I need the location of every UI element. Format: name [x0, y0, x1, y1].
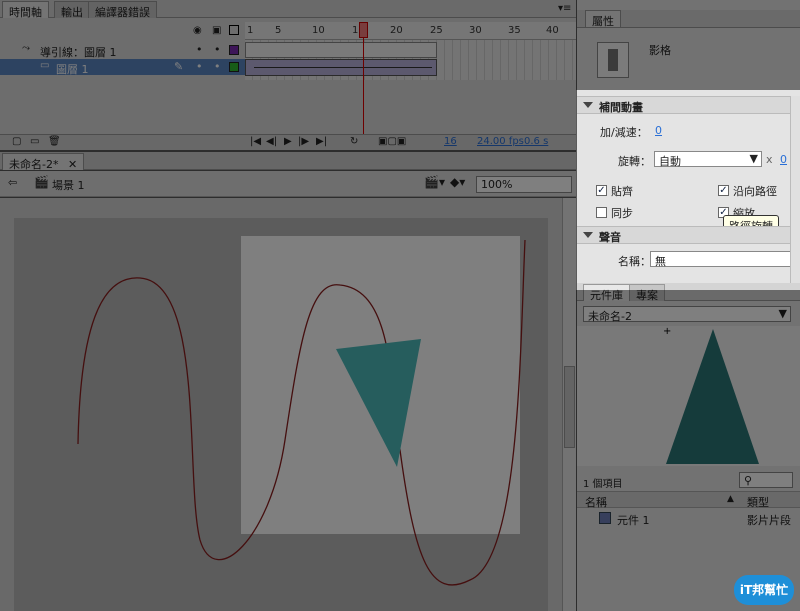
search-icon: ⚲ [744, 474, 753, 487]
library-header-row: 名稱 ▲ 類型 [577, 491, 800, 510]
snap-checkbox[interactable]: ✓ [596, 185, 607, 196]
library-triangle-shape [666, 329, 759, 464]
chevron-down-icon: ▼ [749, 152, 758, 165]
library-preview: + [577, 326, 800, 466]
sync-label: 同步 [611, 207, 633, 220]
watermark-logo: iT邦幫忙 [734, 575, 794, 605]
collapse-icon [583, 232, 593, 238]
properties-type: 影格 [649, 44, 671, 57]
watermark-text: iT邦幫忙 [739, 583, 789, 597]
library-item-name: 元件 1 [617, 514, 650, 527]
library-tabbar: 元件庫 專案 [577, 283, 800, 302]
rotate-label: 旋轉： [618, 155, 651, 168]
library-document-name: 未命名-2 [588, 310, 632, 323]
sound-name-label: 名稱： [618, 255, 651, 268]
orient-label: 沿向路徑 [733, 185, 777, 198]
tab-properties[interactable]: 屬性 [585, 10, 621, 28]
properties-tabbar: 屬性 [577, 10, 800, 28]
sound-name-value: 無 [655, 255, 666, 268]
properties-panel: 屬性 影格 [577, 0, 800, 290]
col-name[interactable]: 名稱 [585, 494, 607, 510]
sound-name-select[interactable]: 無 [650, 251, 798, 268]
col-type[interactable]: 類型 [747, 494, 769, 510]
collapse-icon [583, 102, 593, 108]
rotate-select[interactable]: 自動 ▼ [654, 151, 762, 168]
triangle-shape [336, 339, 421, 467]
tween-section-title: 補間動畫 [599, 101, 643, 114]
library-item-row[interactable]: 元件 1 影片片段 [577, 509, 800, 527]
rotate-times[interactable]: 0 [780, 153, 787, 166]
library-search[interactable]: ⚲ [739, 472, 793, 488]
library-item-type: 影片片段 [747, 514, 791, 527]
frame-icon [597, 42, 629, 78]
sync-checkbox[interactable] [596, 207, 607, 218]
scrollbar-thumb[interactable] [564, 366, 575, 448]
sound-section-title: 聲音 [599, 231, 621, 244]
tween-section-header[interactable]: 補間動畫 [577, 96, 800, 114]
sort-icon[interactable]: ▲ [727, 494, 734, 504]
library-document-select[interactable]: 未命名-2 ▼ [583, 306, 791, 323]
stage-artwork [77, 239, 526, 586]
ease-value[interactable]: 0 [655, 124, 662, 137]
library-panel: 元件庫 專案 未命名-2 ▼ + 1 個項目 ⚲ 名稱 ▲ 類型 元件 1 影片… [577, 283, 800, 611]
properties-scrollbar[interactable] [790, 96, 800, 290]
sound-section-header[interactable]: 聲音 [577, 226, 800, 244]
tab-project[interactable]: 專案 [629, 284, 665, 302]
times-symbol: x [766, 153, 773, 166]
motion-guide-path [77, 239, 526, 586]
ease-label: 加/減速： [600, 126, 648, 139]
chevron-down-icon: ▼ [778, 307, 787, 320]
tab-library[interactable]: 元件庫 [583, 284, 630, 302]
orient-checkbox[interactable]: ✓ [718, 185, 729, 196]
stage-vertical-scrollbar[interactable] [562, 198, 576, 611]
library-item-count: 1 個項目 [583, 479, 623, 490]
movieclip-icon [599, 512, 611, 524]
snap-label: 貼齊 [611, 185, 633, 198]
rotate-value: 自動 [659, 155, 681, 168]
library-preview-art: + [663, 326, 759, 464]
svg-text:+: + [663, 326, 671, 337]
